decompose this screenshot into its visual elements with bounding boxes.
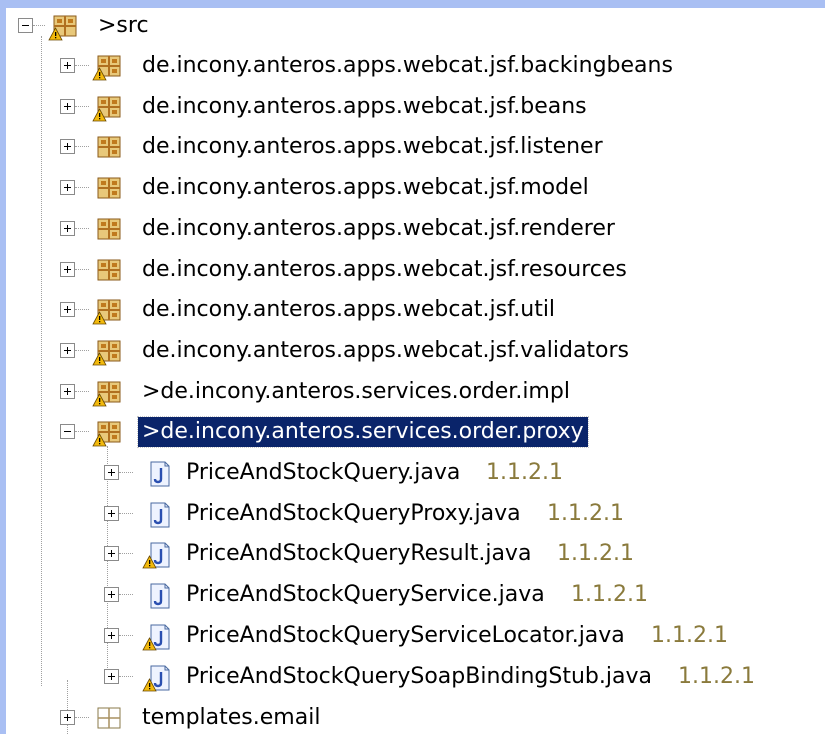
- expand-toggle[interactable]: [60, 343, 75, 358]
- tree-item-label: PriceAndStockQueryProxy.java: [186, 501, 521, 526]
- tree-line: [119, 635, 133, 636]
- expand-toggle[interactable]: [60, 302, 75, 317]
- tree-line: [75, 228, 89, 229]
- version-label: 1.1.2.1: [571, 582, 648, 607]
- package-warning-icon: [92, 297, 122, 325]
- package-warning-icon: [92, 419, 122, 447]
- tree-item-label: PriceAndStockQueryServiceLocator.java: [186, 623, 625, 648]
- collapse-toggle[interactable]: [18, 18, 33, 33]
- tree-item-label: PriceAndStockQueryResult.java: [186, 541, 532, 566]
- java-file-warning-icon: [142, 541, 172, 569]
- tree-row-package-beans[interactable]: de.incony.anteros.apps.webcat.jsf.beans: [6, 89, 806, 125]
- expand-toggle[interactable]: [60, 710, 75, 725]
- tree-line: [75, 431, 89, 432]
- tree-row-package-renderer[interactable]: de.incony.anteros.apps.webcat.jsf.render…: [6, 211, 806, 247]
- tree-row-package-impl[interactable]: >de.incony.anteros.services.order.impl: [6, 374, 806, 410]
- expand-toggle[interactable]: [60, 221, 75, 236]
- tree-row-package-listener[interactable]: de.incony.anteros.apps.webcat.jsf.listen…: [6, 129, 806, 165]
- tree-row-file[interactable]: PriceAndStockQueryServiceLocator.java 1.1…: [6, 618, 806, 654]
- tree-line: [119, 513, 133, 514]
- tree-row-package-proxy[interactable]: >de.incony.anteros.services.order.proxy: [6, 414, 806, 450]
- version-label: 1.1.2.1: [486, 460, 563, 485]
- tree-item-label: PriceAndStockQueryService.java: [186, 582, 545, 607]
- expand-toggle[interactable]: [60, 262, 75, 277]
- tree-row-package-util[interactable]: de.incony.anteros.apps.webcat.jsf.util: [6, 292, 806, 328]
- tree-line: [75, 187, 89, 188]
- package-folder-warning-icon: [48, 13, 78, 41]
- collapse-toggle[interactable]: [60, 424, 75, 439]
- tree-item-label: de.incony.anteros.apps.webcat.jsf.util: [142, 297, 556, 322]
- tree-line: [75, 717, 89, 718]
- tree-row-file[interactable]: PriceAndStockQueryProxy.java 1.1.2.1: [6, 496, 806, 532]
- package-warning-icon: [92, 338, 122, 366]
- package-warning-icon: [92, 94, 122, 122]
- tree-line: [75, 65, 89, 66]
- tree-row-package-resources[interactable]: de.incony.anteros.apps.webcat.jsf.resour…: [6, 252, 806, 288]
- tree-item-label: PriceAndStockQuery.java: [186, 460, 461, 485]
- package-icon: [92, 134, 122, 162]
- tree-row-package-model[interactable]: de.incony.anteros.apps.webcat.jsf.model: [6, 170, 806, 206]
- package-explorer-tree: >src templates.email de.incony.anteros.a…: [6, 8, 825, 734]
- empty-package-icon: [92, 705, 122, 733]
- expand-toggle[interactable]: [60, 180, 75, 195]
- expand-toggle[interactable]: [60, 384, 75, 399]
- tree-item-label: >de.incony.anteros.services.order.impl: [142, 379, 570, 404]
- package-warning-icon: [92, 53, 122, 81]
- package-icon: [92, 216, 122, 244]
- package-warning-icon: [92, 379, 122, 407]
- version-label: 1.1.2.1: [651, 623, 728, 648]
- tree-row-src[interactable]: >src: [6, 8, 306, 44]
- version-label: 1.1.2.1: [557, 541, 634, 566]
- version-label: 1.1.2.1: [547, 501, 624, 526]
- tree-line: [119, 472, 133, 473]
- tree-row-file[interactable]: PriceAndStockQuerySoapBindingStub.java 1.…: [6, 659, 806, 695]
- tree-item-label: PriceAndStockQuerySoapBindingStub.java: [186, 664, 652, 689]
- version-label: 1.1.2.1: [678, 664, 755, 689]
- tree-line: [119, 594, 133, 595]
- java-file-icon: [142, 460, 172, 488]
- tree-line: [119, 676, 133, 677]
- expand-toggle[interactable]: [60, 58, 75, 73]
- tree-item-label: de.incony.anteros.apps.webcat.jsf.render…: [142, 216, 615, 241]
- java-file-icon: [142, 582, 172, 610]
- tree-line: [75, 269, 89, 270]
- tree-item-label: de.incony.anteros.apps.webcat.jsf.model: [142, 175, 589, 200]
- expand-toggle[interactable]: [104, 669, 119, 684]
- tree-item-label: de.incony.anteros.apps.webcat.jsf.backin…: [142, 53, 673, 78]
- tree-row-package-backingbeans[interactable]: de.incony.anteros.apps.webcat.jsf.backin…: [6, 48, 806, 84]
- tree-item-label: templates.email: [142, 705, 321, 730]
- tree-row-file[interactable]: PriceAndStockQueryResult.java 1.1.2.1: [6, 536, 806, 572]
- tree-row-file[interactable]: PriceAndStockQuery.java 1.1.2.1: [6, 455, 806, 491]
- tree-line: [75, 350, 89, 351]
- tree-item-label: de.incony.anteros.apps.webcat.jsf.beans: [142, 94, 587, 119]
- tree-item-label: de.incony.anteros.apps.webcat.jsf.valida…: [142, 338, 630, 363]
- expand-toggle[interactable]: [104, 506, 119, 521]
- expand-toggle[interactable]: [104, 546, 119, 561]
- package-icon: [92, 257, 122, 285]
- tree-line: [33, 25, 45, 26]
- tree-item-label: >src: [98, 13, 149, 38]
- expand-toggle[interactable]: [60, 139, 75, 154]
- tree-row-file[interactable]: PriceAndStockQueryService.java 1.1.2.1: [6, 577, 806, 613]
- tree-item-label: de.incony.anteros.apps.webcat.jsf.listen…: [142, 134, 603, 159]
- tree-item-label: de.incony.anteros.apps.webcat.jsf.resour…: [142, 257, 627, 282]
- tree-line: [75, 106, 89, 107]
- tree-row-package-validators[interactable]: de.incony.anteros.apps.webcat.jsf.valida…: [6, 333, 806, 369]
- java-file-warning-icon: [142, 664, 172, 692]
- expand-toggle[interactable]: [104, 628, 119, 643]
- tree-line: [75, 391, 89, 392]
- package-icon: [92, 175, 122, 203]
- tree-item-label: >de.incony.anteros.services.order.proxy: [137, 416, 589, 448]
- expand-toggle[interactable]: [104, 465, 119, 480]
- tree-line: [119, 553, 133, 554]
- expand-toggle[interactable]: [104, 587, 119, 602]
- tree-row-templates-email[interactable]: templates.email: [6, 700, 406, 734]
- java-file-icon: [142, 501, 172, 529]
- expand-toggle[interactable]: [60, 99, 75, 114]
- tree-line: [75, 146, 89, 147]
- tree-line: [75, 309, 89, 310]
- java-file-warning-icon: [142, 623, 172, 651]
